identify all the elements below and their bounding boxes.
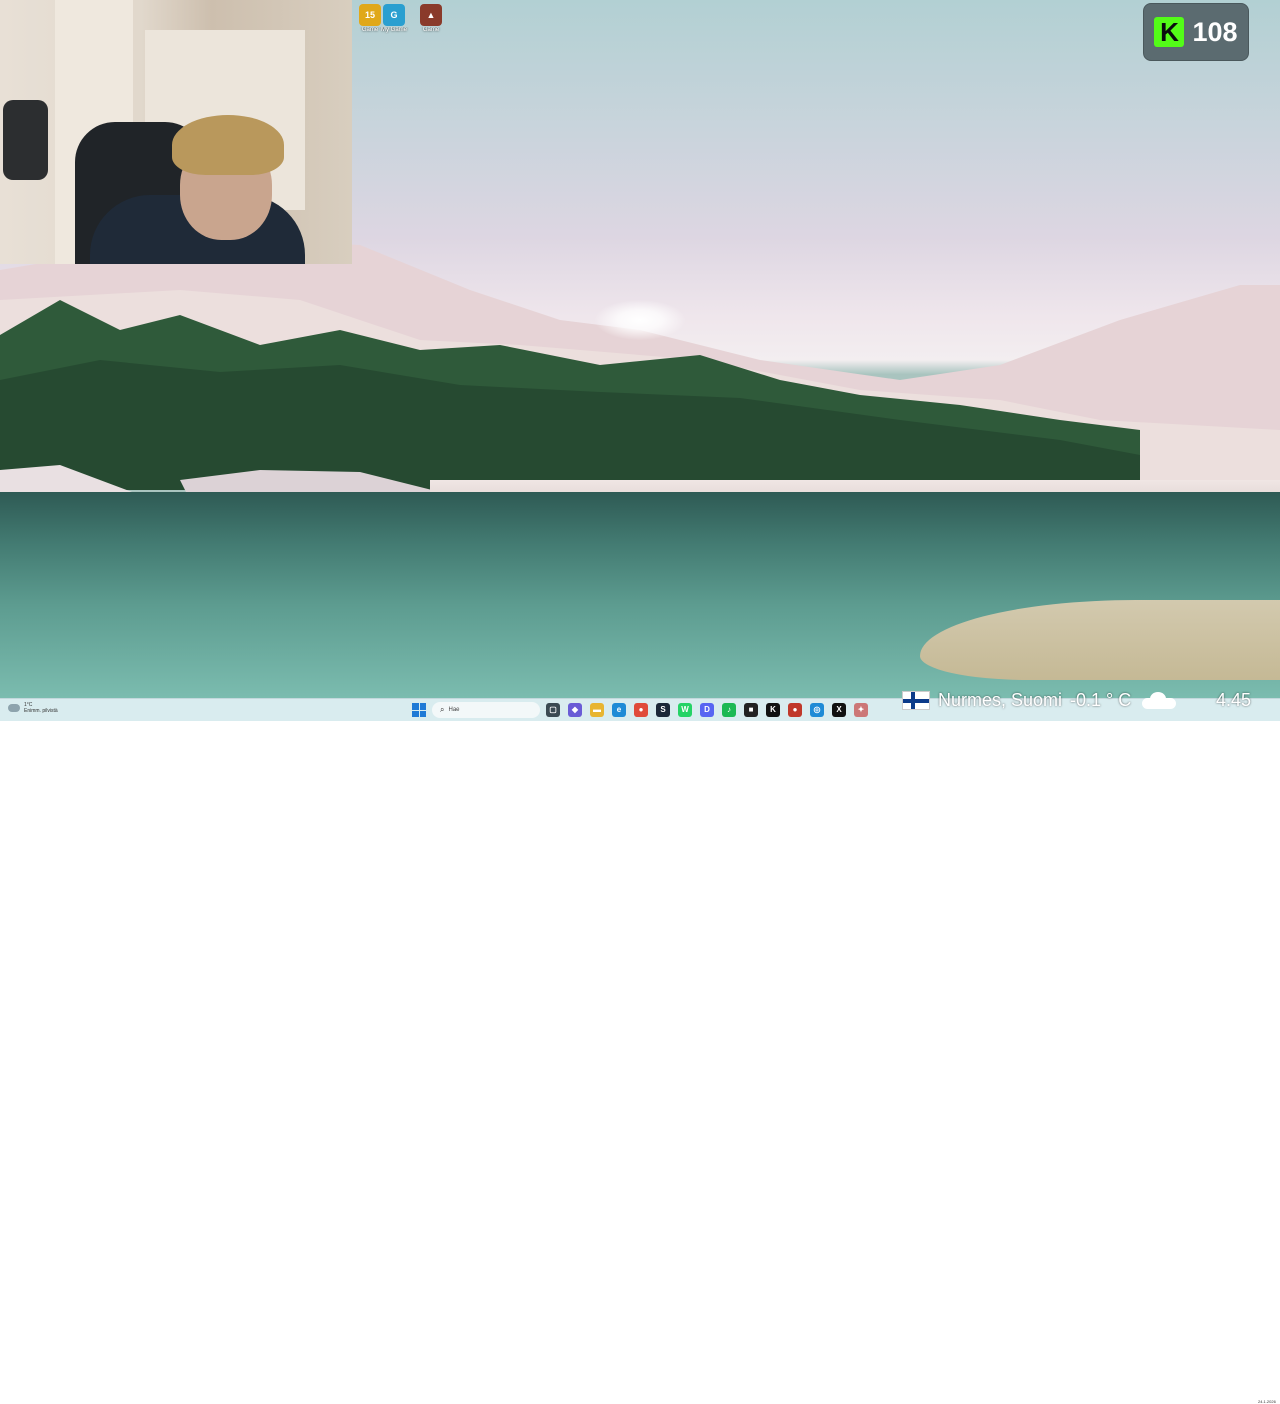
webcam-person-hair [172,115,284,175]
start-button[interactable] [412,703,426,717]
weather-desc: Enimm. pilvistä [24,708,58,714]
temperature-text: -0.1 ° C [1070,690,1132,710]
desktop-shortcut-2[interactable]: G My Game [374,4,414,34]
whatsapp-icon[interactable]: W [678,703,692,717]
taskbar-apps: ▢ ◆ ▬ e ● S W D ♪ ■ K ● ◎ X ✦ [546,703,868,717]
webcam-coat [3,100,48,180]
kick-logo-icon: K [1154,17,1185,47]
edge-icon[interactable]: e [612,703,626,717]
finland-flag-icon [902,691,930,710]
overlay-clock: 4.45 [1216,690,1252,710]
browser-icon[interactable]: ◎ [810,703,824,717]
windows-logo-icon [412,703,419,710]
sun-glow [595,300,685,340]
location-text: Nurmes, Suomi [938,690,1063,710]
chrome-icon[interactable]: ● [634,703,648,717]
app-icon[interactable]: ■ [744,703,758,717]
taskbar-search[interactable]: ⌕ Hae [432,702,540,718]
copilot-icon[interactable]: ◆ [568,703,582,717]
kick-app-icon[interactable]: K [766,703,780,717]
viewer-count: 108 [1192,16,1238,47]
viewer-count-badge: K 108 [1143,3,1249,61]
steam-icon[interactable]: S [656,703,670,717]
desktop-shortcut-label: My Game [380,27,407,33]
discord-icon[interactable]: D [700,703,714,717]
search-input[interactable]: Hae [448,707,459,713]
desktop-shortcut-label: Game [422,27,440,33]
obs-icon[interactable]: ● [788,703,802,717]
capcut-icon[interactable]: X [832,703,846,717]
weather-widget[interactable]: 1°C Enimm. pilvistä [8,702,58,714]
file-explorer-icon[interactable]: ▬ [590,703,604,717]
cloud-icon [1139,691,1179,710]
cloud-weather-icon [8,704,20,712]
taskbar-date: 24.1.2026 [1258,1399,1276,1404]
extra-icon[interactable]: ✦ [854,703,868,717]
location-weather-overlay: Nurmes, Suomi -0.1 ° C [902,690,1179,711]
game-icon-3: ▲ [420,4,442,26]
spotify-icon[interactable]: ♪ [722,703,736,717]
game-icon-2: G [383,4,405,26]
search-icon: ⌕ [440,705,445,714]
desktop-shortcut-3[interactable]: ▲ Game [411,4,451,34]
webcam-overlay [0,0,352,264]
task-view-icon[interactable]: ▢ [546,703,560,717]
